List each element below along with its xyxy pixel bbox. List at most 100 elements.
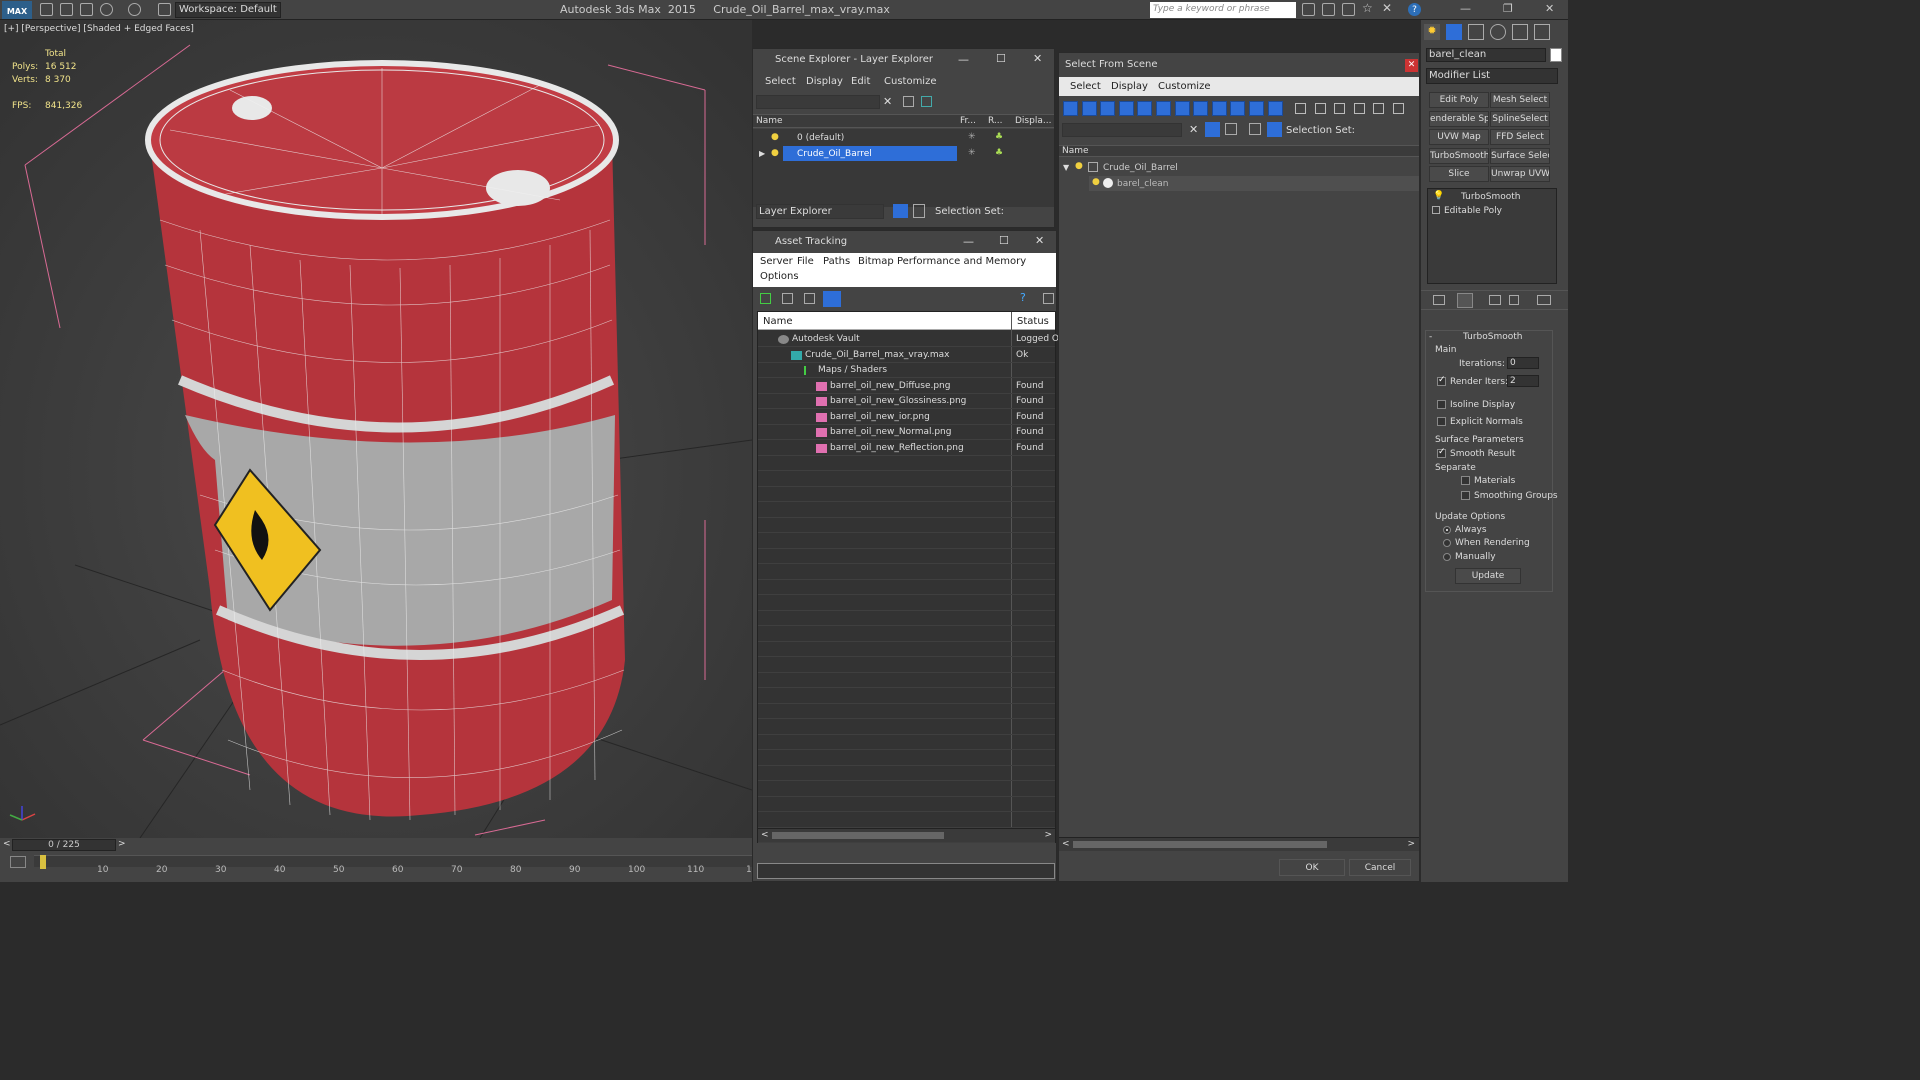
perspective-viewport[interactable]: [+] [Perspective] [Shaded + Edged Faces]…	[0, 20, 752, 838]
sort-by-layer-icon[interactable]	[893, 204, 908, 218]
asset-row-name[interactable]: barrel_oil_new_ior.png	[830, 412, 930, 422]
display-xrefs-icon[interactable]	[1193, 101, 1209, 116]
col-name[interactable]: Name	[1062, 146, 1089, 156]
layers-icon[interactable]	[1249, 123, 1261, 135]
refresh-icon[interactable]	[760, 293, 771, 304]
display-cameras-icon[interactable]	[1118, 101, 1134, 116]
col-name[interactable]: Name	[756, 116, 783, 126]
scroll-thumb[interactable]	[772, 832, 944, 839]
star-icon[interactable]: ☆	[1362, 1, 1375, 15]
asset-row-name[interactable]: barrel_oil_new_Diffuse.png	[830, 381, 950, 391]
minimize-icon[interactable]: —	[1460, 2, 1471, 15]
slice-button[interactable]: Slice	[1429, 166, 1489, 182]
bulb-icon[interactable]: ●	[1075, 161, 1083, 171]
col-render[interactable]: R...	[988, 116, 1003, 126]
remove-modifier-icon[interactable]	[1509, 295, 1519, 305]
maximize-icon[interactable]: ☐	[996, 52, 1006, 65]
expand-icon[interactable]: ▶	[759, 149, 765, 158]
display-spacewarps-icon[interactable]	[1156, 101, 1171, 116]
make-unique-icon[interactable]	[1489, 295, 1501, 305]
iterations-spinner[interactable]: 0	[1507, 357, 1539, 369]
rollout-title[interactable]: TurboSmooth	[1463, 332, 1522, 342]
col-freeze[interactable]: Fr...	[960, 116, 976, 126]
menu-display[interactable]: Display	[1111, 81, 1148, 92]
col-name[interactable]: Name	[763, 316, 793, 327]
create-tab-icon[interactable]: ✹	[1424, 24, 1440, 40]
display-geometry-icon[interactable]	[1063, 101, 1078, 116]
clear-search-icon[interactable]: ✕	[1189, 123, 1198, 136]
clear-search-icon[interactable]: ✕	[883, 95, 892, 108]
horizontal-scrollbar[interactable]: < >	[1059, 837, 1419, 851]
update-button[interactable]: Update	[1455, 568, 1521, 584]
layer-row-default[interactable]: 0 (default)	[797, 133, 844, 143]
communication-icon[interactable]	[1342, 3, 1355, 16]
collapse-all-icon[interactable]	[1392, 103, 1404, 114]
asset-path-field[interactable]	[757, 863, 1055, 879]
asset-row-name[interactable]: Maps / Shaders	[818, 365, 887, 375]
asset-row-name[interactable]: barrel_oil_new_Glossiness.png	[830, 396, 966, 406]
update-manually-radio[interactable]	[1443, 553, 1451, 561]
layer-icon[interactable]	[1225, 123, 1237, 135]
renderable-spline-button[interactable]: enderable Splir	[1429, 110, 1489, 127]
asset-row-name[interactable]: Autodesk Vault	[792, 334, 860, 344]
filter-icon[interactable]	[1205, 122, 1220, 137]
tree-item-crude-oil-barrel[interactable]: Crude_Oil_Barrel	[1103, 163, 1178, 173]
stack-item-turbosmooth[interactable]: TurboSmooth	[1461, 192, 1520, 202]
ok-button[interactable]: OK	[1279, 859, 1345, 876]
filter-icon[interactable]	[903, 96, 914, 107]
stack-item-editable-poly[interactable]: Editable Poly	[1444, 206, 1502, 216]
close-icon[interactable]: ✕	[1405, 59, 1418, 72]
scroll-left-icon[interactable]: <	[1062, 839, 1070, 849]
project-folder-icon[interactable]	[158, 3, 171, 16]
col-status[interactable]: Status	[1017, 316, 1049, 327]
select-all-icon[interactable]	[1295, 103, 1306, 114]
app-logo[interactable]: MAX	[2, 1, 32, 19]
new-file-icon[interactable]	[40, 3, 53, 16]
help-icon[interactable]: ?	[1408, 3, 1421, 16]
menu-display[interactable]: Display	[806, 76, 843, 87]
menu-bitmap-performance[interactable]: Bitmap Performance and Memory	[858, 256, 1026, 267]
close-icon[interactable]: ✕	[1033, 52, 1042, 65]
mini-curve-editor-icon[interactable]	[10, 856, 26, 868]
tree-view-icon[interactable]	[804, 293, 815, 304]
layer-bulb-icon[interactable]: ●	[771, 148, 779, 158]
turbosmooth-button[interactable]: TurboSmooth	[1429, 147, 1489, 164]
mesh-select-button[interactable]: Mesh Select	[1490, 92, 1550, 108]
scene-search-input[interactable]	[756, 95, 880, 109]
exchange-icon[interactable]: ✕	[1382, 1, 1395, 15]
viewport-label[interactable]: [+] [Perspective] [Shaded + Edged Faces]	[4, 24, 194, 34]
display-hidden-icon[interactable]	[1267, 101, 1283, 116]
layer-row-crude-oil-barrel[interactable]: Crude_Oil_Barrel	[797, 149, 872, 159]
menu-select[interactable]: Select	[1070, 81, 1101, 92]
binoculars-icon[interactable]	[1302, 3, 1315, 16]
hierarchy-icon[interactable]	[913, 204, 925, 218]
hierarchy-tab-icon[interactable]	[1468, 24, 1484, 40]
display-groups-icon[interactable]	[1174, 101, 1190, 116]
minimize-icon[interactable]: —	[963, 235, 974, 248]
show-end-result-icon[interactable]	[1457, 293, 1473, 308]
motion-tab-icon[interactable]	[1490, 24, 1506, 40]
modifier-list-dropdown[interactable]: Modifier List	[1426, 68, 1558, 84]
help-icon[interactable]: ?	[1020, 291, 1026, 304]
render-icon[interactable]: ♣	[995, 132, 1003, 142]
redo-icon[interactable]	[128, 3, 141, 16]
menu-edit[interactable]: Edit	[851, 76, 870, 87]
utilities-tab-icon[interactable]	[1534, 24, 1550, 40]
display-frozen-icon[interactable]	[1249, 101, 1264, 116]
explorer-type-dropdown[interactable]: Layer Explorer	[756, 204, 884, 219]
scroll-thumb[interactable]	[1073, 841, 1327, 848]
surface-select-button[interactable]: Surface Select	[1490, 147, 1550, 164]
spline-select-button[interactable]: SplineSelect	[1490, 110, 1550, 127]
select-none-icon[interactable]	[1314, 103, 1326, 114]
materials-checkbox[interactable]	[1461, 476, 1470, 485]
display-containers-icon[interactable]	[1230, 101, 1246, 116]
scroll-right-icon[interactable]: >	[1044, 830, 1052, 840]
unwrap-uvw-button[interactable]: Unwrap UVW	[1490, 166, 1550, 182]
frame-marker[interactable]	[40, 855, 46, 869]
display-lights-icon[interactable]	[1100, 101, 1116, 116]
object-name-field[interactable]: barel_clean	[1426, 48, 1546, 62]
asset-row-name[interactable]: barrel_oil_new_Reflection.png	[830, 443, 964, 453]
update-always-radio[interactable]	[1443, 526, 1451, 534]
display-bones-icon[interactable]	[1211, 101, 1227, 116]
layer-bulb-icon[interactable]: ●	[771, 132, 779, 142]
